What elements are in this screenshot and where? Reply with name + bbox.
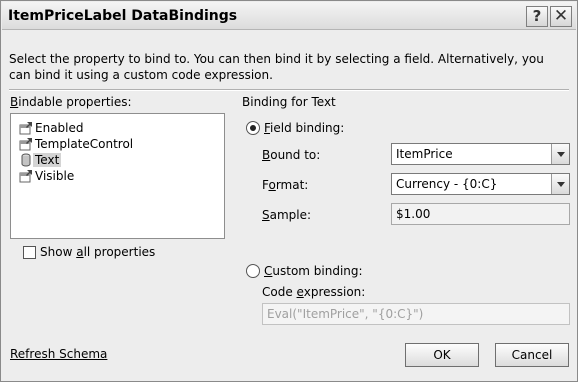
- title-bar[interactable]: ItemPriceLabel DataBindings ? ✕: [2, 2, 576, 30]
- custom-binding-radio[interactable]: [246, 264, 260, 278]
- help-icon: ?: [532, 7, 542, 25]
- bindable-properties-label: Bindable properties:: [10, 95, 132, 109]
- databindings-dialog: ItemPriceLabel DataBindings ? ✕ Select t…: [0, 0, 578, 382]
- custom-binding-label[interactable]: Custom binding:: [264, 264, 363, 278]
- chevron-down-icon[interactable]: [551, 144, 569, 164]
- list-item-text[interactable]: Text: [11, 152, 224, 168]
- code-expression-label: Code expression:: [262, 285, 366, 299]
- show-all-properties-checkbox[interactable]: [23, 246, 36, 259]
- cancel-button[interactable]: Cancel: [495, 343, 569, 367]
- cylinder-icon: [21, 153, 31, 167]
- description-text: Select the property to bind to. You can …: [9, 52, 544, 82]
- list-item-enabled[interactable]: Enabled: [11, 120, 224, 136]
- close-button[interactable]: ✕: [550, 6, 572, 27]
- ok-button[interactable]: OK: [405, 343, 479, 367]
- show-all-properties-label[interactable]: Show all properties: [40, 245, 155, 259]
- property-icon: [19, 170, 32, 183]
- format-label: Format:: [262, 178, 309, 192]
- binding-for-text-header: Binding for Text: [242, 95, 336, 109]
- field-binding-radio[interactable]: [246, 121, 260, 135]
- bound-to-dropdown[interactable]: ItemPrice: [391, 143, 570, 165]
- list-item-visible[interactable]: Visible: [11, 168, 224, 184]
- property-icon: [19, 122, 32, 135]
- field-binding-label[interactable]: Field binding:: [264, 121, 344, 135]
- chevron-down-icon[interactable]: [551, 174, 569, 194]
- property-icon: [19, 138, 32, 151]
- code-expression-input[interactable]: Eval("ItemPrice", "{0:C}"): [262, 303, 570, 325]
- list-item-templatecontrol[interactable]: TemplateControl: [11, 136, 224, 152]
- sample-label: Sample:: [262, 208, 312, 222]
- window-title: ItemPriceLabel DataBindings: [8, 8, 238, 24]
- divider: [9, 89, 569, 91]
- help-button[interactable]: ?: [526, 6, 548, 27]
- refresh-schema-link[interactable]: Refresh Schema: [10, 347, 107, 361]
- format-dropdown[interactable]: Currency - {0:C}: [391, 173, 570, 195]
- sample-field: $1.00: [391, 203, 570, 225]
- bound-to-label: Bound to:: [262, 148, 321, 162]
- bindable-properties-list[interactable]: Enabled TemplateControl Text Visible: [10, 113, 225, 239]
- close-icon: ✕: [553, 6, 569, 26]
